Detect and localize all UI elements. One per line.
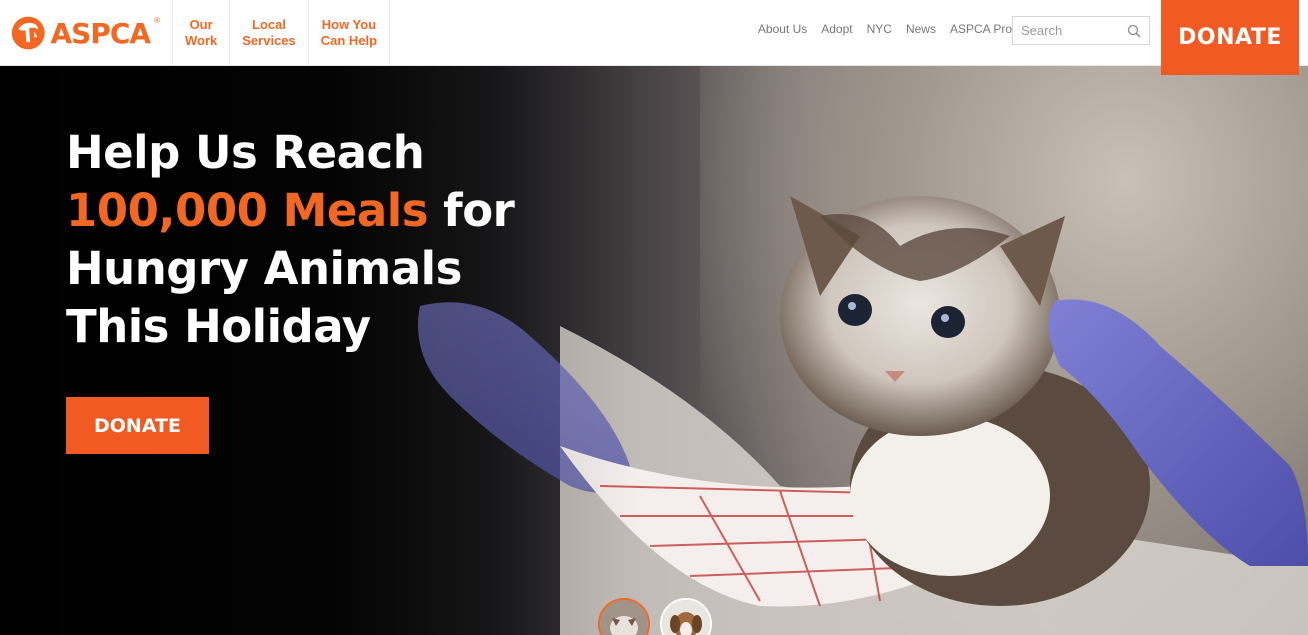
nav-how-you-can-help[interactable]: How You Can Help bbox=[307, 0, 391, 66]
nav-our-work[interactable]: Our Work bbox=[172, 0, 229, 66]
hero-donate-button[interactable]: DONATE bbox=[66, 397, 209, 454]
util-link-adopt[interactable]: Adopt bbox=[821, 22, 852, 36]
utility-nav: About Us Adopt NYC News ASPCA Pro bbox=[758, 22, 1012, 36]
headline-line2-rest: for bbox=[428, 184, 515, 237]
util-link-nyc[interactable]: NYC bbox=[867, 22, 892, 36]
headline-line4: This Holiday bbox=[66, 300, 371, 353]
dog-slide-thumb[interactable] bbox=[660, 598, 712, 635]
headline-highlight: 100,000 Meals bbox=[66, 184, 429, 237]
aspca-logo[interactable]: ASPCA ® bbox=[10, 12, 160, 54]
util-link-about-us[interactable]: About Us bbox=[758, 22, 807, 36]
headline-line1: Help Us Reach bbox=[66, 126, 425, 179]
kitten-slide-thumb[interactable] bbox=[598, 598, 650, 635]
search-icon[interactable] bbox=[1127, 24, 1141, 38]
dog-thumb-image bbox=[662, 600, 710, 635]
header-donate-button[interactable]: DONATE bbox=[1161, 0, 1299, 75]
search-box bbox=[1012, 16, 1150, 45]
logo-wordmark: ASPCA bbox=[50, 16, 152, 50]
site-header: ASPCA ® Our Work Local Services How You … bbox=[0, 0, 1308, 66]
aspca-logo-icon bbox=[11, 16, 45, 50]
search-input[interactable] bbox=[1013, 17, 1123, 44]
logo-trademark: ® bbox=[154, 16, 160, 25]
nav-local-services-label: Local Services bbox=[242, 17, 296, 48]
nav-local-services[interactable]: Local Services bbox=[229, 0, 308, 66]
nav-our-work-label: Our Work bbox=[185, 17, 218, 48]
util-link-news[interactable]: News bbox=[906, 22, 936, 36]
hero-headline: Help Us Reach 100,000 Meals for Hungry A… bbox=[66, 124, 546, 356]
headline-line3: Hungry Animals bbox=[66, 242, 462, 295]
nav-how-you-can-help-label: How You Can Help bbox=[320, 17, 378, 48]
util-link-aspca-pro[interactable]: ASPCA Pro bbox=[950, 22, 1012, 36]
slide-thumbnails bbox=[598, 598, 712, 635]
main-nav: Our Work Local Services How You Can Help bbox=[172, 0, 391, 66]
hero-banner: Help Us Reach 100,000 Meals for Hungry A… bbox=[0, 66, 1308, 635]
kitten-thumb-image bbox=[600, 600, 648, 635]
